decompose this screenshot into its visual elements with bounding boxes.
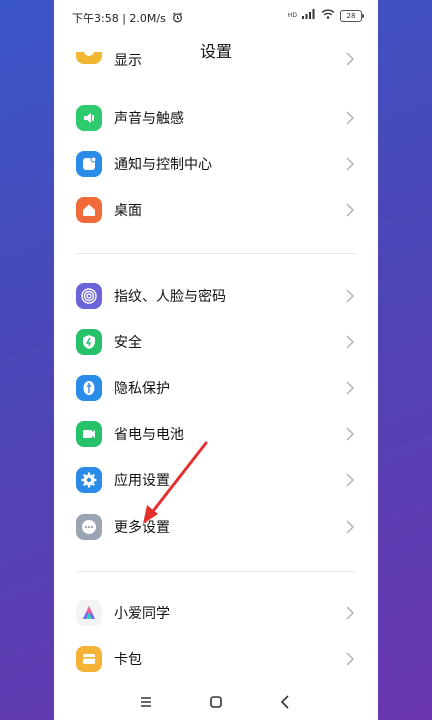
chevron-right-icon bbox=[346, 606, 355, 620]
settings-item-label: 卡包 bbox=[114, 652, 142, 668]
chevron-right-icon bbox=[346, 520, 355, 534]
settings-item-label: 省电与电池 bbox=[114, 427, 184, 443]
navigation-bar bbox=[54, 682, 378, 720]
phone-screen: 下午3:58 | 2.0M/s HD 28 设置 显示 声音与触感 通知与控制中… bbox=[54, 0, 378, 720]
chevron-right-icon bbox=[346, 203, 355, 217]
settings-item-label: 显示 bbox=[114, 53, 142, 69]
chevron-right-icon bbox=[346, 289, 355, 303]
settings-item-fingerprint[interactable]: 指纹、人脸与密码 bbox=[54, 273, 378, 319]
settings-item-wallet[interactable]: 卡包 bbox=[54, 636, 378, 682]
shield-icon bbox=[76, 329, 102, 355]
settings-item-xiaoai[interactable]: 小爱同学 bbox=[54, 590, 378, 636]
status-bar: 下午3:58 | 2.0M/s HD 28 bbox=[54, 0, 378, 34]
settings-item-privacy[interactable]: 隐私保护 bbox=[54, 365, 378, 411]
settings-item-label: 通知与控制中心 bbox=[114, 157, 212, 173]
alarm-icon bbox=[172, 12, 183, 26]
hd-label: HD bbox=[287, 12, 297, 19]
settings-item-more[interactable]: 更多设置 bbox=[54, 504, 378, 550]
notification-icon bbox=[76, 151, 102, 177]
settings-item-label: 声音与触感 bbox=[114, 111, 184, 127]
chevron-right-icon bbox=[346, 52, 355, 66]
section-divider bbox=[76, 253, 356, 254]
settings-item-label: 安全 bbox=[114, 335, 142, 351]
menu-icon[interactable] bbox=[136, 692, 156, 712]
wifi-icon bbox=[321, 9, 335, 22]
wallet-icon bbox=[76, 646, 102, 672]
privacy-icon bbox=[76, 375, 102, 401]
settings-item-label: 小爱同学 bbox=[114, 606, 170, 622]
network-speed: 2.0M/s bbox=[129, 12, 166, 25]
battery-icon: 28 bbox=[340, 9, 364, 22]
settings-item-notifications[interactable]: 通知与控制中心 bbox=[54, 141, 378, 187]
signal-icon bbox=[302, 9, 316, 22]
home-button-icon[interactable] bbox=[206, 692, 226, 712]
status-left: 下午3:58 | 2.0M/s bbox=[72, 10, 183, 26]
back-icon[interactable] bbox=[276, 692, 296, 712]
chevron-right-icon bbox=[346, 427, 355, 441]
status-time: 下午3:58 bbox=[72, 12, 119, 25]
settings-item-label: 应用设置 bbox=[114, 473, 170, 489]
chevron-right-icon bbox=[346, 111, 355, 125]
settings-item-sound[interactable]: 声音与触感 bbox=[54, 95, 378, 141]
settings-item-label: 更多设置 bbox=[114, 520, 170, 536]
chevron-right-icon bbox=[346, 652, 355, 666]
chevron-right-icon bbox=[346, 157, 355, 171]
section-divider bbox=[76, 571, 356, 572]
gear-icon bbox=[76, 467, 102, 493]
battery-saver-icon bbox=[76, 421, 102, 447]
chevron-right-icon bbox=[346, 335, 355, 349]
home-icon bbox=[76, 197, 102, 223]
settings-item-desktop[interactable]: 桌面 bbox=[54, 187, 378, 233]
fingerprint-icon bbox=[76, 283, 102, 309]
settings-item-battery[interactable]: 省电与电池 bbox=[54, 411, 378, 457]
settings-item-security[interactable]: 安全 bbox=[54, 319, 378, 365]
settings-item-label: 指纹、人脸与密码 bbox=[114, 289, 226, 305]
chevron-right-icon bbox=[346, 473, 355, 487]
status-right: HD 28 bbox=[287, 9, 364, 22]
more-icon bbox=[76, 514, 102, 540]
settings-item-display[interactable]: 显示 bbox=[54, 52, 378, 82]
sun-icon bbox=[76, 52, 102, 64]
chevron-right-icon bbox=[346, 381, 355, 395]
xiaoai-icon bbox=[76, 600, 102, 626]
settings-item-label: 桌面 bbox=[114, 203, 142, 219]
settings-item-apps[interactable]: 应用设置 bbox=[54, 457, 378, 503]
speaker-icon bbox=[76, 105, 102, 131]
settings-item-label: 隐私保护 bbox=[114, 381, 170, 397]
